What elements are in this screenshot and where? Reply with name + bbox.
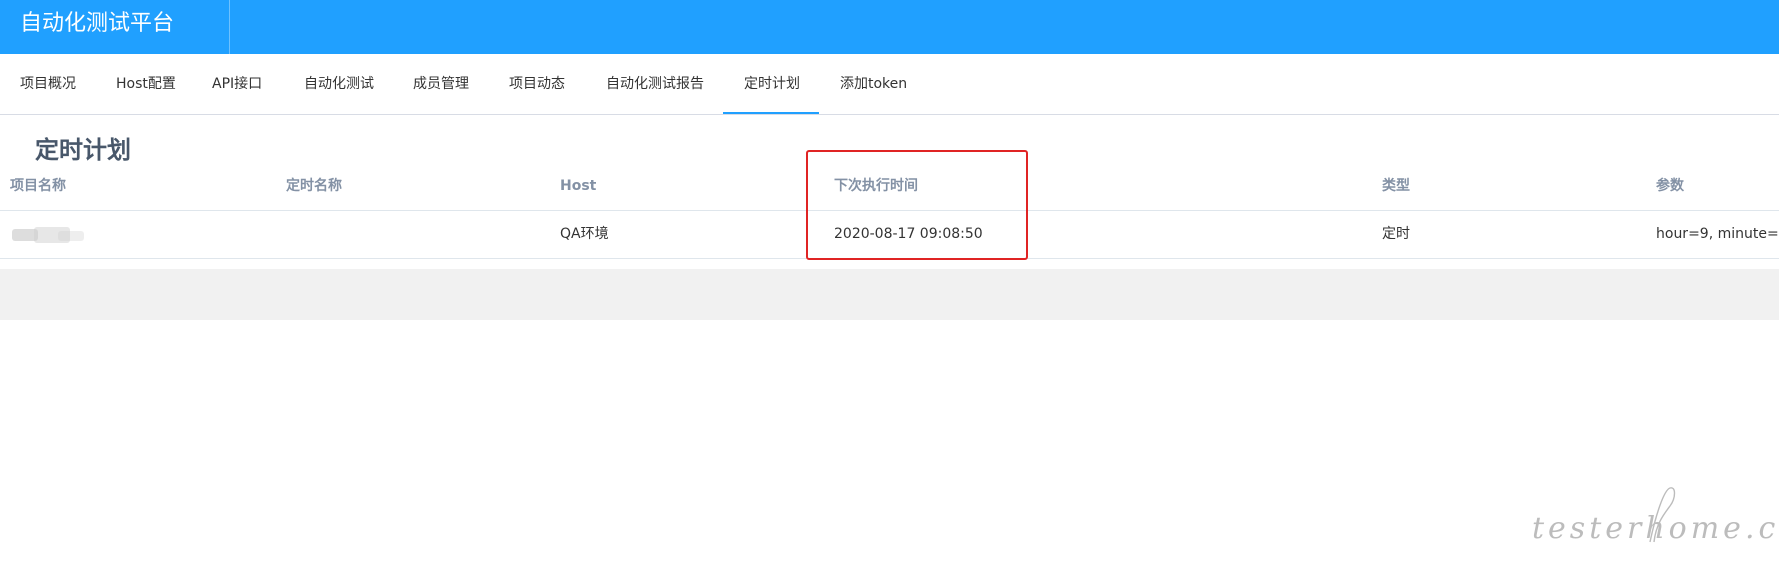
active-tab-indicator: [723, 112, 819, 114]
redacted-project-name: [10, 225, 102, 247]
tab-automation-report[interactable]: 自动化测试报告: [606, 54, 704, 115]
table-row-divider: [0, 258, 1779, 259]
header-divider: [229, 0, 230, 54]
watermark-text: testerhome.com: [1532, 511, 1779, 546]
tab-members[interactable]: 成员管理: [413, 54, 469, 115]
table-footer-band: [0, 269, 1779, 320]
watermark: testerhome.com: [1532, 484, 1779, 556]
cell-params: hour=9, minute=8, s: [1656, 226, 1779, 242]
cell-next-run-time: 2020-08-17 09:08:50: [834, 226, 983, 242]
tab-host-config[interactable]: Host配置: [116, 54, 176, 115]
table-header-divider: [0, 210, 1779, 211]
column-header-project-name[interactable]: 项目名称: [10, 174, 66, 198]
cell-type: 定时: [1382, 226, 1410, 242]
tab-automation-test[interactable]: 自动化测试: [304, 54, 374, 115]
page-title: 定时计划: [35, 136, 131, 164]
top-header-bar: 自动化测试平台: [0, 0, 1779, 54]
project-tabs: 项目概况 Host配置 API接口 自动化测试 成员管理 项目动态 自动化测试报…: [0, 54, 1779, 115]
tab-project-overview[interactable]: 项目概况: [20, 54, 76, 115]
tab-add-token[interactable]: 添加token: [840, 54, 907, 115]
column-header-host[interactable]: Host: [560, 174, 596, 198]
column-header-type[interactable]: 类型: [1382, 174, 1410, 198]
app-title[interactable]: 自动化测试平台: [20, 0, 174, 54]
cell-host: QA环境: [560, 226, 609, 242]
column-header-next-run-time[interactable]: 下次执行时间: [834, 174, 918, 198]
tab-project-activity[interactable]: 项目动态: [509, 54, 565, 115]
column-header-params[interactable]: 参数: [1656, 174, 1684, 198]
column-header-schedule-name[interactable]: 定时名称: [286, 174, 342, 198]
tab-schedule[interactable]: 定时计划: [744, 54, 800, 115]
tab-api[interactable]: API接口: [212, 54, 262, 115]
